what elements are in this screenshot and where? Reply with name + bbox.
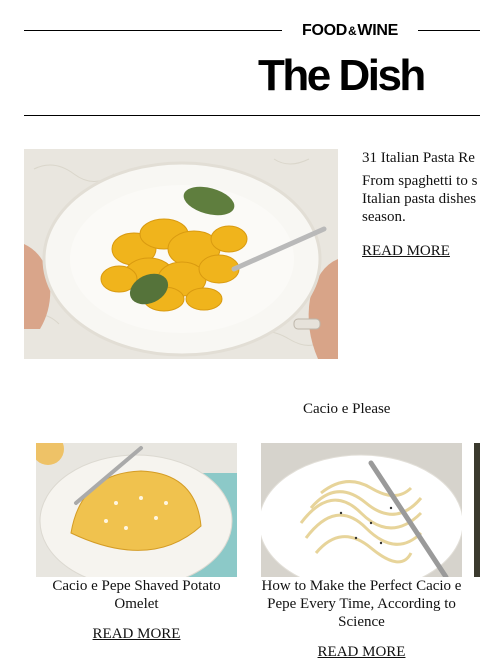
next-card-edge[interactable] — [474, 443, 480, 577]
feature-image[interactable] — [24, 149, 338, 359]
brand-logo-amp: & — [348, 24, 357, 38]
feature-desc-line: season. — [362, 209, 406, 225]
brand-logo[interactable]: FOOD & WINE — [282, 21, 418, 41]
header-rule-left — [24, 30, 282, 31]
card-image[interactable] — [261, 443, 462, 577]
feature-read-more-link[interactable]: READ MORE — [362, 242, 480, 260]
omelet-illustration — [36, 443, 237, 577]
article-card[interactable]: How to Make the Perfect Cacio e Pepe Eve… — [261, 443, 462, 661]
card-title[interactable]: Cacio e Pepe Shaved Potato Omelet — [36, 577, 237, 613]
card-title[interactable]: How to Make the Perfect Cacio e Pepe Eve… — [261, 577, 462, 631]
feature-article: 31 Italian Pasta Re From spaghetti to s … — [362, 149, 480, 260]
masthead-divider — [24, 115, 480, 116]
section-heading-text: Cacio e Please — [303, 401, 391, 417]
feature-desc-line: From spaghetti to s — [362, 173, 478, 189]
feature-title[interactable]: 31 Italian Pasta Re — [362, 149, 480, 167]
brand-logo-food: FOOD — [302, 22, 348, 39]
card-read-more-link[interactable]: READ MORE — [261, 643, 462, 661]
header-rule-right — [418, 30, 480, 31]
card-read-more-link[interactable]: READ MORE — [36, 625, 237, 643]
feature-desc-line: Italian pasta dishes — [362, 191, 477, 207]
cacio-e-pepe-illustration — [261, 443, 462, 577]
tortellini-plate-illustration — [24, 149, 338, 359]
card-image[interactable] — [36, 443, 237, 577]
feature-description: From spaghetti to s Italian pasta dishes… — [362, 172, 480, 226]
article-card[interactable]: Cacio e Pepe Shaved Potato Omelet READ M… — [36, 443, 237, 643]
newsletter-masthead: The Dish — [258, 51, 426, 100]
brand-logo-wine: WINE — [357, 22, 398, 39]
